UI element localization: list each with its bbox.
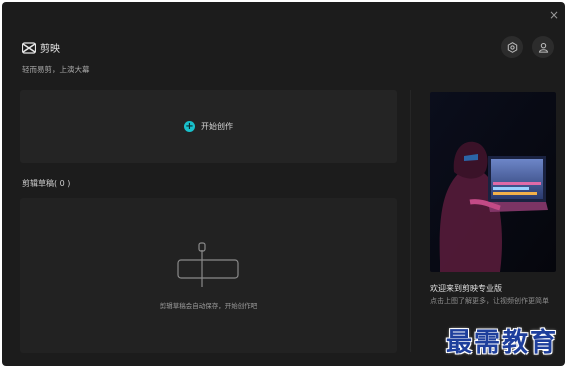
settings-icon — [507, 41, 517, 53]
user-icon — [538, 42, 548, 53]
watermark: 最需教育 — [446, 328, 559, 358]
empty-drafts-text: 剪辑草稿会自动保存，开始创作吧 — [159, 302, 258, 310]
user-button[interactable] — [532, 36, 554, 58]
divider — [410, 90, 411, 352]
promo-image[interactable] — [430, 92, 556, 272]
start-creating-label: 开始创作 — [201, 122, 233, 131]
close-button[interactable]: × — [547, 8, 561, 22]
app-name: 剪映 — [40, 44, 60, 55]
plus-circle-icon: + — [184, 121, 195, 132]
promo-description: 点击上图了解更多，让视频创作更简单 — [430, 297, 549, 305]
close-icon: × — [548, 8, 560, 22]
empty-drafts-timeline-icon — [177, 242, 239, 287]
tagline: 轻而易剪，上演大幕 — [22, 65, 90, 74]
capcut-logo-icon — [22, 41, 36, 54]
settings-button[interactable] — [501, 36, 523, 58]
promo-illustration — [430, 92, 556, 272]
app-window: × 剪映 轻而易剪，上演大幕 + 开始创作 剪辑草稿( 0 ) 剪辑草稿会自动保… — [2, 2, 565, 366]
start-creating-button[interactable]: + 开始创作 — [20, 90, 397, 163]
drafts-panel: 剪辑草稿会自动保存，开始创作吧 — [20, 198, 397, 353]
drafts-title: 剪辑草稿( 0 ) — [22, 179, 71, 188]
promo-title: 欢迎来到剪映专业版 — [430, 284, 502, 293]
brand: 剪映 — [22, 40, 60, 55]
